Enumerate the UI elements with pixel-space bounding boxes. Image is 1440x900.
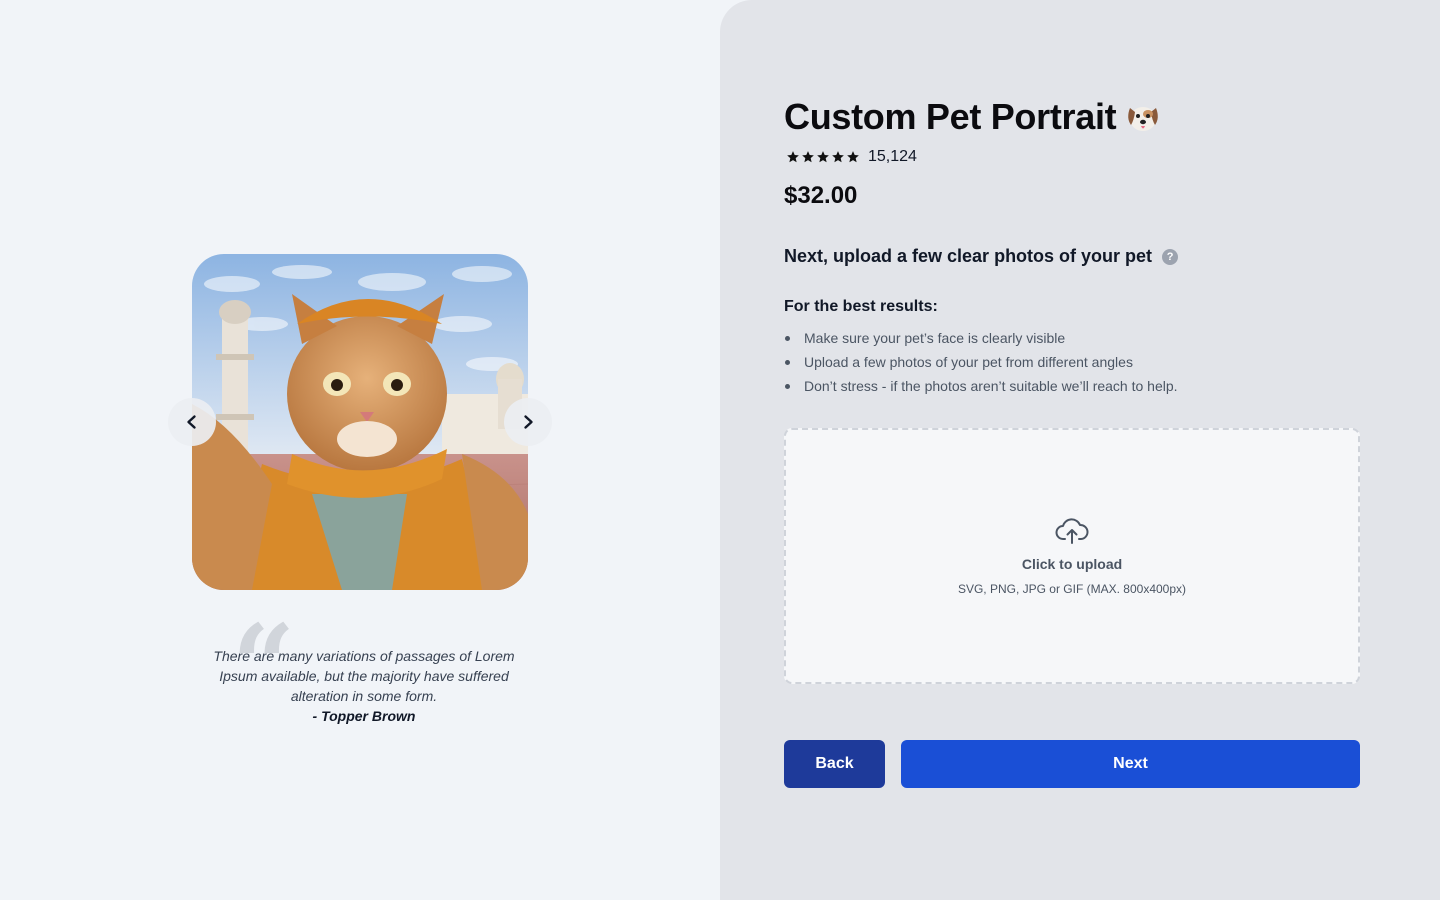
cat-selfie-image xyxy=(192,254,528,590)
carousel-next-button[interactable] xyxy=(504,398,552,446)
back-button[interactable]: Back xyxy=(784,740,885,788)
chevron-right-icon xyxy=(524,415,533,429)
upload-subtitle: SVG, PNG, JPG or GIF (MAX. 800x400px) xyxy=(957,582,1187,596)
testimonial-author: - Topper Brown xyxy=(312,708,416,724)
tip-item: Make sure your pet’s face is clearly vis… xyxy=(784,326,1178,350)
pet-photo xyxy=(192,254,528,590)
testimonial-text: There are many variations of passages of… xyxy=(213,648,515,704)
product-title-text: Custom Pet Portrait xyxy=(784,96,1117,137)
chevron-left-icon xyxy=(187,415,196,429)
tips-list: Make sure your pet’s face is clearly vis… xyxy=(784,326,1178,398)
rating-count: 15,124 xyxy=(868,148,917,165)
product-title: Custom Pet Portrait xyxy=(784,96,1162,138)
rating-stars xyxy=(786,150,860,164)
step-heading-text: Next, upload a few clear photos of your … xyxy=(784,246,1153,266)
star-icon xyxy=(817,151,829,163)
right-panel: Custom Pet Portrait 15,124 $32.00 Next, … xyxy=(720,0,1440,900)
left-panel: “ There are many variations of passages … xyxy=(0,0,720,900)
star-icon xyxy=(832,151,844,163)
carousel-prev-button[interactable] xyxy=(168,398,216,446)
step-heading: Next, upload a few clear photos of your … xyxy=(784,246,1179,267)
image-carousel xyxy=(168,254,552,590)
star-icon xyxy=(847,151,859,163)
price: $32.00 xyxy=(784,182,858,209)
upload-dropzone[interactable]: Click to upload SVG, PNG, JPG or GIF (MA… xyxy=(784,428,1360,684)
star-icon xyxy=(787,151,799,163)
upload-title: Click to upload xyxy=(1021,556,1123,572)
testimonial: “ There are many variations of passages … xyxy=(204,610,524,726)
cloud-upload-icon xyxy=(1055,518,1089,544)
tip-item: Upload a few photos of your pet from dif… xyxy=(784,350,1178,374)
dog-face-icon xyxy=(1128,107,1159,131)
rating: 15,124 xyxy=(786,148,917,166)
question-icon[interactable]: ? xyxy=(1162,248,1179,265)
tip-item: Don’t stress - if the photos aren’t suit… xyxy=(784,374,1178,398)
tips-heading: For the best results: xyxy=(784,298,938,315)
next-button[interactable]: Next xyxy=(901,740,1360,788)
star-icon xyxy=(802,151,814,163)
